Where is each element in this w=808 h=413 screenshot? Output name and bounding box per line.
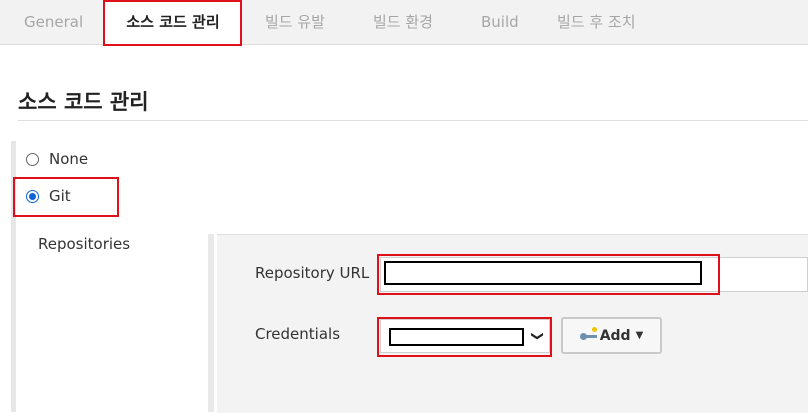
- repositories-label: Repositories: [38, 235, 131, 253]
- key-icon: [579, 326, 598, 342]
- credentials-label: Credentials: [255, 325, 341, 343]
- caret-down-icon: ▼: [635, 330, 644, 341]
- title-divider: [18, 120, 808, 121]
- tab-build-environment[interactable]: 빌드 환경: [373, 0, 433, 44]
- tab-general[interactable]: General: [24, 0, 83, 44]
- highlight-git-option: [13, 177, 119, 217]
- radio-none-label: None: [49, 150, 89, 168]
- repository-url-label: Repository URL: [255, 264, 370, 282]
- repositories-divider: [208, 234, 214, 412]
- highlight-repository-url: [377, 254, 720, 295]
- highlight-active-tab: [103, 0, 242, 46]
- scm-option-none[interactable]: None: [26, 150, 88, 168]
- radio-none[interactable]: [26, 152, 39, 166]
- tab-post-build-actions[interactable]: 빌드 후 조치: [557, 0, 636, 44]
- add-credentials-button[interactable]: Add ▼: [561, 317, 662, 354]
- tab-build[interactable]: Build: [481, 0, 519, 44]
- tab-build-triggers[interactable]: 빌드 유발: [265, 0, 325, 44]
- section-title: 소스 코드 관리: [18, 90, 149, 114]
- add-button-label: Add: [599, 327, 631, 344]
- highlight-credentials: [377, 317, 552, 357]
